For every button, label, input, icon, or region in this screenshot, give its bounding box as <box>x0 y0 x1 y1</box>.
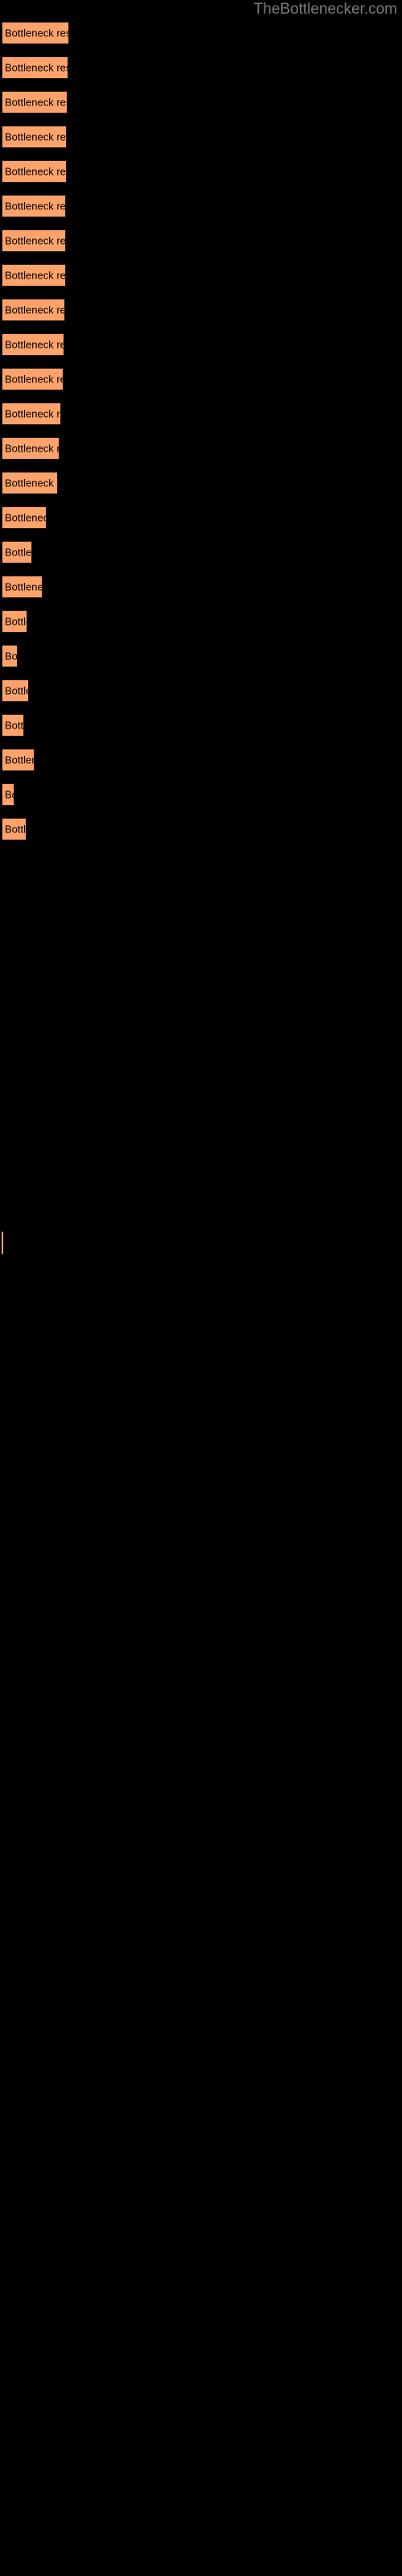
bar-label: Bottleneck result <box>5 234 66 247</box>
bar-15[interactable]: Bottleneck result <box>2 541 32 564</box>
bar-10[interactable]: Bottleneck result <box>2 368 64 390</box>
bar-24[interactable]: Bottleneck result <box>2 1232 3 1254</box>
bar-label: Bottleneck result <box>5 615 27 628</box>
bar-19[interactable]: Bottleneck result <box>2 679 29 702</box>
bar-label: Bottleneck result <box>5 719 24 732</box>
bar-label: Bottleneck result <box>5 477 57 489</box>
bar-label: Bottleneck result <box>5 27 68 39</box>
bar-label: Bottleneck result <box>5 165 66 178</box>
bar-5[interactable]: Bottleneck result <box>2 195 66 217</box>
bar-label: Bottleneck result <box>5 546 32 559</box>
bar-label: Bottleneck result <box>5 407 60 420</box>
bar-7[interactable]: Bottleneck result <box>2 264 66 287</box>
bar-chart-plot-area: Bottleneck result Bottleneck result Bottle… <box>0 0 402 2576</box>
bar-label: Bottleneck result <box>5 753 34 766</box>
bar-label: Bottleneck result <box>5 580 43 593</box>
bar-label: Bottleneck result <box>5 96 67 109</box>
bar-3[interactable]: Bottleneck result <box>2 126 67 148</box>
bar-12[interactable]: Bottleneck result <box>2 437 59 460</box>
bar-6[interactable]: Bottleneck result <box>2 229 66 252</box>
bar-9[interactable]: Bottleneck result <box>2 333 64 356</box>
bar-4[interactable]: Bottleneck result <box>2 160 67 183</box>
bar-23[interactable]: Bottleneck result <box>2 818 27 840</box>
bar-label: Bottleneck result <box>5 303 64 316</box>
bar-label: Bottleneck result <box>5 200 66 213</box>
bar-label: Bottleneck result <box>5 511 46 524</box>
bar-11[interactable]: Bottleneck result <box>2 402 61 425</box>
bar-1[interactable]: Bottleneck result <box>2 56 68 79</box>
bar-16[interactable]: Bottleneck result <box>2 576 43 598</box>
bar-14[interactable]: Bottleneck result <box>2 506 47 529</box>
bar-label: Bottleneck result <box>5 823 27 836</box>
bar-0[interactable]: Bottleneck result <box>2 22 69 44</box>
bar-label: Bottleneck result <box>5 269 66 282</box>
bar-label: Bottleneck result <box>5 61 68 74</box>
bar-8[interactable]: Bottleneck result <box>2 299 65 321</box>
bar-13[interactable]: Bottleneck result <box>2 472 58 494</box>
bar-label: Bottleneck result <box>5 130 66 143</box>
bar-22[interactable]: Bottleneck result <box>2 783 14 806</box>
bar-label: Bottleneck result <box>5 442 59 455</box>
bar-18[interactable]: Bottleneck result <box>2 645 18 667</box>
bar-label: Bottleneck result <box>5 788 14 801</box>
bar-label: Bottleneck result <box>5 650 18 663</box>
bar-20[interactable]: Bottleneck result <box>2 714 24 737</box>
bar-2[interactable]: Bottleneck result <box>2 91 68 114</box>
bar-label: Bottleneck result <box>5 338 64 351</box>
bar-21[interactable]: Bottleneck result <box>2 749 35 771</box>
chart-root: TheBottlenecker.com Bottleneck resultBot… <box>0 0 402 2576</box>
bar-label: Bottleneck result <box>5 373 63 386</box>
bar-17[interactable]: Bottleneck result <box>2 610 27 633</box>
bar-label: Bottleneck result <box>5 684 28 697</box>
